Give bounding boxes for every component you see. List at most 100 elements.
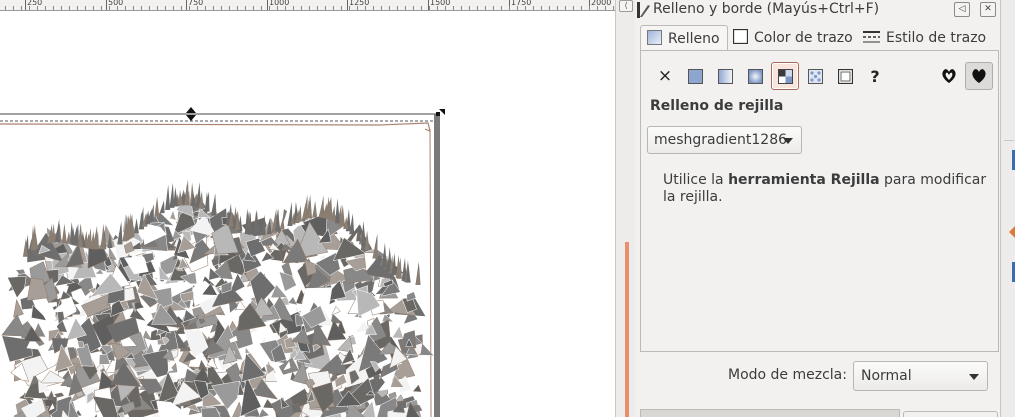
toolbar-guide-icon[interactable] [1003,262,1015,282]
inkscape-window: 250 500 750 1000 1250 1500 1750 2000 ⟨ R… [0,0,1015,417]
mesh-edge-spike [312,200,318,218]
ruler-minor-tick [341,6,342,10]
flat-color-icon [687,68,703,84]
mesh-edge-spike [302,196,308,220]
ruler-minor-tick [69,6,70,10]
swatch-button[interactable] [831,62,859,90]
swatch-icon [837,68,853,84]
paint-mode-toolbar: × ? [651,62,993,90]
ruler-label: 1500 [430,0,451,7]
fill-tab-icon [647,30,662,45]
mesh-help-text: Utilice la herramienta Rejilla para modi… [663,172,988,206]
ruler-minor-tick [573,6,574,10]
linear-gradient-button[interactable] [711,62,739,90]
mesh-gradient-button[interactable] [771,62,799,90]
blend-mode-select[interactable]: Normal [853,361,988,391]
no-paint-button[interactable]: × [651,62,679,90]
ruler-tick [106,0,107,10]
mesh-facet [412,384,422,392]
ruler-minor-tick [109,6,110,10]
fill-rule-nonzero-button[interactable] [965,62,993,90]
flat-color-button[interactable] [681,62,709,90]
ruler-tick [267,0,268,10]
dialog-title: Relleno y borde (Mayús+Ctrl+F) [653,1,880,17]
ruler-minor-tick [101,6,102,10]
tab-stroke-style[interactable]: Estilo de trazo [863,25,990,51]
tab-stroke-paint-label: Color de trazo [754,30,853,46]
dock-collapse-button[interactable]: ⟨ [619,0,633,12]
mesh-facet [77,341,85,348]
mesh-edge-spike [318,195,324,218]
ruler-minor-tick [285,6,286,10]
canvas-drawing[interactable] [0,11,615,417]
tab-fill[interactable]: Relleno [640,25,728,51]
help-prefix: Utilice la [663,172,729,188]
radial-gradient-button[interactable] [741,62,769,90]
ruler-minor-tick [125,6,126,10]
mesh-edge-spike [334,198,340,224]
canvas-area[interactable]: 250 500 750 1000 1250 1500 1750 2000 [0,0,615,417]
mesh-edge-spike [54,219,60,243]
ruler-minor-tick [581,6,582,10]
ruler-minor-tick [277,6,278,10]
scale-handle-corner[interactable] [436,109,445,116]
ruler-minor-tick [13,6,14,10]
chevron-down-icon [969,374,979,380]
blur-slider-track[interactable] [640,409,900,417]
horizontal-ruler[interactable]: 250 500 750 1000 1250 1500 1750 2000 [0,0,615,11]
ruler-minor-tick [445,6,446,10]
mesh-edge-spike [210,194,216,216]
fill-rule-evenodd-button[interactable] [935,62,963,90]
ruler-minor-tick [493,6,494,10]
ruler-minor-tick [349,6,350,10]
ruler-label: 1000 [269,0,290,7]
ruler-minor-tick [429,6,430,10]
dock-scroll-indicator[interactable] [625,242,629,417]
ruler-minor-tick [557,6,558,10]
blur-spinbox[interactable] [903,411,998,417]
dock-button[interactable]: ◁ [954,2,970,17]
ruler-minor-tick [405,6,406,10]
mesh-edge-spike [159,200,165,214]
mesh-facet [402,391,409,396]
mesh-facet [169,209,177,221]
fill-rule-nonzero-icon [972,69,986,83]
ruler-minor-tick [365,6,366,10]
ruler-label: 500 [108,0,124,7]
no-paint-icon: × [657,66,673,86]
ruler-tick [186,0,187,10]
tab-fill-label: Relleno [668,31,720,47]
unset-paint-button[interactable]: ? [861,62,889,90]
mesh-facet [294,305,301,314]
ruler-minor-tick [149,6,150,10]
ruler-minor-tick [477,6,478,10]
mesh-gradient-select[interactable]: meshgradient1286 [647,126,802,154]
tab-stroke-paint[interactable]: Color de trazo [733,25,858,51]
close-icon[interactable]: ✕ [980,2,996,17]
ruler-tick [25,0,26,10]
ruler-minor-tick [597,6,598,10]
ruler-minor-tick [373,6,374,10]
ruler-minor-tick [237,6,238,10]
ruler-label: 750 [188,0,204,7]
ruler-minor-tick [157,6,158,10]
ruler-tick [347,0,348,10]
tab-bar: Relleno Color de trazo Estilo de trazo [640,25,990,51]
ruler-minor-tick [141,6,142,10]
pattern-button[interactable] [801,62,829,90]
dialog-titlebar[interactable]: Relleno y borde (Mayús+Ctrl+F) ◁ ✕ [635,0,1000,20]
blend-mode-label: Modo de mezcla: [728,367,847,383]
ruler-minor-tick [485,6,486,10]
mesh-facet [94,412,98,417]
toolbar-snap-icon[interactable] [1003,150,1015,170]
ruler-minor-tick [85,6,86,10]
ruler-minor-tick [525,6,526,10]
mesh-gradient-artwork[interactable] [1,179,435,417]
fill-rule-evenodd-icon [942,69,956,83]
ruler-minor-tick [461,6,462,10]
ruler-minor-tick [293,6,294,10]
mesh-facet [68,399,80,417]
toolbar-node-icon[interactable] [1003,222,1015,242]
mesh-facet [244,346,251,354]
ruler-minor-tick [605,6,606,10]
